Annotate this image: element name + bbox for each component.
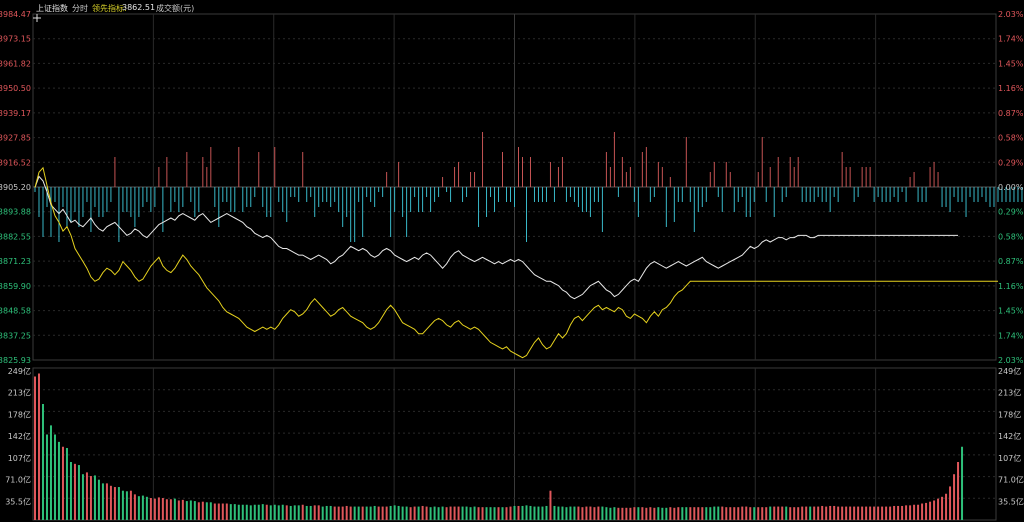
volume-tick-label: 142亿 <box>998 431 1021 441</box>
percent-tick-label: 0.58% <box>998 232 1024 241</box>
price-tick-label: 3825.93 <box>0 356 31 365</box>
volume-tick-label: 249亿 <box>8 366 31 376</box>
volume-tick-label: 107亿 <box>998 453 1021 463</box>
price-tick-label: 3893.88 <box>0 208 31 217</box>
price-tick-label: 3916.52 <box>0 158 31 167</box>
volume-tick-label: 35.5亿 <box>5 496 31 506</box>
percent-tick-label: 0.87% <box>998 257 1024 266</box>
percent-tick-label: 0.29% <box>998 208 1024 217</box>
volume-tick-label: 213亿 <box>998 388 1021 398</box>
volume-tick-label: 213亿 <box>8 388 31 398</box>
percent-tick-label: 1.74% <box>998 331 1024 340</box>
percent-tick-label: 1.16% <box>998 282 1024 291</box>
percent-tick-label: 0.00% <box>998 183 1024 192</box>
percent-tick-label: 2.03% <box>998 10 1024 19</box>
price-tick-label: 3939.17 <box>0 109 31 118</box>
price-tick-label: 3848.58 <box>0 307 31 316</box>
percent-tick-label: 0.58% <box>998 134 1024 143</box>
leading-indicator-line <box>34 166 998 359</box>
percent-tick-label: 1.16% <box>998 84 1024 93</box>
price-tick-label: 3973.15 <box>0 35 31 44</box>
price-tick-label: 3905.20 <box>0 183 31 192</box>
percent-tick-label: 1.74% <box>998 35 1024 44</box>
volume-tick-label: 249亿 <box>998 366 1021 376</box>
price-line <box>34 175 958 300</box>
price-tick-label: 3871.23 <box>0 257 31 266</box>
volume-tick-label: 142亿 <box>8 431 31 441</box>
volume-tick-label: 178亿 <box>8 409 31 419</box>
volume-tick-label: 35.5亿 <box>998 496 1024 506</box>
price-tick-label: 3984.47 <box>0 10 31 19</box>
percent-tick-label: 0.87% <box>998 109 1024 118</box>
price-lines <box>34 166 998 359</box>
timeshare-chart[interactable]: 3984.47 2.03% 3973.15 1.74% 3961.82 1.45% 3950… <box>0 0 1024 522</box>
percent-tick-label: 1.45% <box>998 307 1024 316</box>
chart-grid <box>32 13 997 521</box>
volume-tick-label: 107亿 <box>8 453 31 463</box>
percent-tick-label: 2.03% <box>998 356 1024 365</box>
volume-tick-label: 71.0亿 <box>5 475 31 485</box>
price-tick-label: 3927.85 <box>0 134 31 143</box>
volume-tick-label: 178亿 <box>998 409 1021 419</box>
percent-tick-label: 0.29% <box>998 158 1024 167</box>
percent-tick-label: 1.45% <box>998 59 1024 68</box>
price-tick-label: 3837.25 <box>0 331 31 340</box>
price-tick-label: 3859.90 <box>0 282 31 291</box>
price-tick-label: 3950.50 <box>0 84 31 93</box>
volume-tick-label: 71.0亿 <box>998 475 1024 485</box>
price-tick-label: 3961.82 <box>0 59 31 68</box>
price-tick-label: 3882.55 <box>0 232 31 241</box>
crosshair-icon[interactable] <box>33 14 41 22</box>
